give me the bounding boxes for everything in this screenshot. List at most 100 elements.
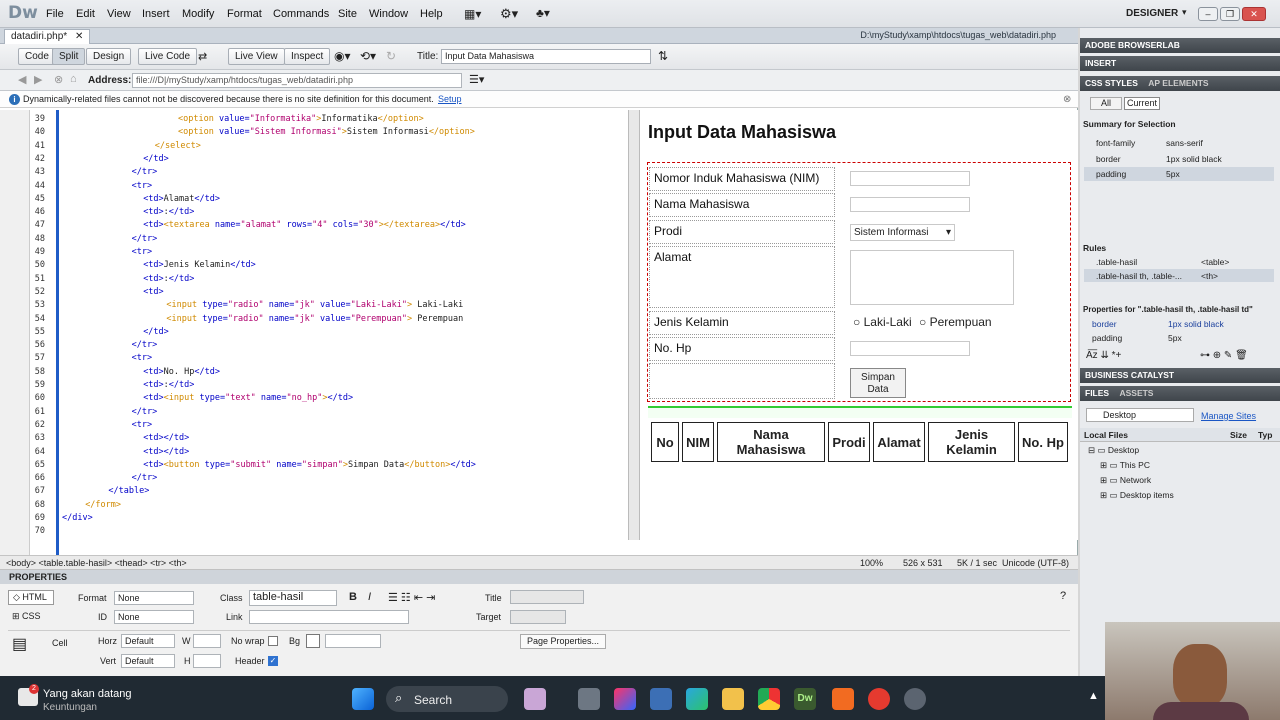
live-code-button[interactable]: Live Code [138, 48, 198, 65]
code-line[interactable]: <td><textarea name="alamat" rows="4" col… [143, 220, 466, 230]
css-styles-tab[interactable]: CSS STYLES [1085, 78, 1138, 88]
assets-tab[interactable]: ASSETS [1119, 388, 1153, 398]
code-line[interactable]: <input type="radio" name="jk" value="Per… [166, 314, 463, 324]
rule-selector[interactable]: .table-hasil th, .table-... [1096, 271, 1182, 281]
window-size[interactable]: 526 x 531 [903, 556, 943, 570]
css-value[interactable]: 5px [1168, 333, 1182, 343]
tree-item-thispc[interactable]: ⊞ ▭ This PC [1100, 460, 1150, 471]
nohp-input[interactable] [850, 341, 970, 356]
inspect-button[interactable]: Inspect [284, 48, 331, 65]
code-line[interactable]: <tr> [132, 420, 152, 430]
manage-sites-link[interactable]: Manage Sites [1201, 411, 1256, 421]
menu-site[interactable]: Site [338, 8, 357, 20]
code-line[interactable]: <tr> [132, 247, 152, 257]
class-select[interactable]: table-hasil [249, 590, 337, 606]
browser-preview-icon[interactable]: ◉▾ [334, 49, 351, 63]
html-tab[interactable]: ◇ HTML [8, 590, 54, 605]
restore-button[interactable]: ❐ [1220, 7, 1240, 21]
home-icon[interactable]: ⌂ [70, 73, 77, 85]
menu-modify[interactable]: Modify [182, 8, 214, 20]
all-button[interactable]: All [1090, 97, 1122, 110]
code-line[interactable]: <td>:</td> [143, 274, 194, 284]
code-line[interactable]: </td> [143, 154, 169, 164]
folder-icon[interactable] [722, 688, 744, 710]
css-value[interactable]: 1px solid black [1168, 319, 1224, 329]
code-line[interactable]: </td> [143, 327, 169, 337]
alamat-textarea[interactable] [850, 250, 1014, 305]
menu-format[interactable]: Format [227, 8, 262, 20]
split-view-button[interactable]: Split [52, 48, 86, 65]
stop-icon[interactable]: ⊗ [54, 73, 63, 86]
business-catalyst-panel[interactable]: BUSINESS CATALYST [1080, 368, 1280, 383]
tag-selector[interactable]: <body> <table.table-hasil> <thead> <tr> … [6, 556, 187, 570]
code-line[interactable]: </tr> [132, 340, 158, 350]
code-view-button[interactable]: Code [18, 48, 56, 65]
code-line[interactable]: <td></td> [143, 447, 189, 457]
rule-selector[interactable]: .table-hasil [1096, 257, 1137, 267]
code-editor[interactable]: 39 <option value="Informatika">Informatik… [0, 110, 628, 550]
menu-help[interactable]: Help [420, 8, 443, 20]
format-select[interactable]: None [114, 591, 194, 605]
live-code-icon[interactable]: ⇄ [198, 50, 207, 63]
menu-view[interactable]: View [107, 8, 131, 20]
address-input[interactable]: file:///D|/myStudy/xamp/htdocs/tugas_web… [132, 73, 462, 88]
workspace-switcher[interactable]: DESIGNER [1126, 8, 1178, 19]
chevron-up-icon[interactable]: ▲ [1088, 690, 1099, 702]
code-line[interactable]: </tr> [132, 407, 158, 417]
code-line[interactable]: <input type="radio" name="jk" value="Lak… [166, 300, 463, 310]
code-line[interactable]: </tr> [132, 473, 158, 483]
prodi-select[interactable]: Sistem Informasi ▾ [850, 224, 955, 241]
nama-input[interactable] [850, 197, 970, 212]
code-pane[interactable]: 39 <option value="Informatika">Informatik… [0, 110, 628, 568]
bg-color-swatch[interactable] [306, 634, 320, 648]
title-prop-input[interactable] [510, 590, 584, 604]
code-line[interactable]: <td>No. Hp</td> [143, 367, 220, 377]
size-col[interactable]: Size [1230, 430, 1247, 440]
code-line[interactable]: </select> [155, 141, 201, 151]
code-line[interactable]: <td> [143, 287, 163, 297]
layout-icon[interactable]: ▦▾ [464, 7, 481, 21]
copilot-icon[interactable] [614, 688, 636, 710]
nim-input[interactable] [850, 171, 970, 186]
code-line[interactable]: <td><input type="text" name="no_hp"></td… [143, 393, 353, 403]
simpan-button[interactable]: Simpan Data [850, 368, 906, 398]
page-properties-button[interactable]: Page Properties... [520, 634, 607, 649]
xampp-icon[interactable] [832, 688, 854, 710]
steam-icon[interactable] [904, 688, 926, 710]
code-line[interactable]: <option value="Sistem Informasi">Sistem … [178, 127, 475, 137]
minimize-button[interactable]: – [1198, 7, 1218, 21]
site-icon[interactable]: ♣▾ [536, 6, 550, 20]
code-line[interactable]: <td>Jenis Kelamin</td> [143, 260, 256, 270]
css-action-icons[interactable]: ⊶ ⊕ ✎ 🗑 [1200, 350, 1248, 361]
code-line[interactable]: </div> [62, 513, 93, 523]
vert-select[interactable]: Default [121, 654, 175, 668]
code-line[interactable]: <td>Alamat</td> [143, 194, 220, 204]
code-line[interactable]: <td>:</td> [143, 207, 194, 217]
bg-input[interactable] [325, 634, 381, 648]
horz-select[interactable]: Default [121, 634, 175, 648]
tree-item-network[interactable]: ⊞ ▭ Network [1100, 475, 1151, 486]
code-line[interactable]: </table> [108, 486, 149, 496]
code-line[interactable]: <td></td> [143, 433, 189, 443]
files-tab[interactable]: FILES [1085, 388, 1109, 398]
bold-button[interactable]: B [349, 591, 357, 603]
css-tab[interactable]: ⊞ CSS [12, 611, 41, 622]
close-icon[interactable]: ✕ [75, 31, 83, 42]
local-files-col[interactable]: Local Files [1084, 430, 1128, 440]
menu-commands[interactable]: Commands [273, 8, 329, 20]
chevron-down-icon[interactable]: ▾ [1182, 7, 1187, 18]
site-select[interactable]: Desktop [1086, 408, 1194, 422]
radio-laki-laki[interactable]: ○ [853, 315, 860, 329]
setup-link[interactable]: Setup [438, 91, 462, 108]
menu-window[interactable]: Window [369, 8, 408, 20]
code-line[interactable]: <tr> [132, 181, 152, 191]
type-col[interactable]: Typ [1258, 430, 1272, 440]
file-management-icon[interactable]: ⇅ [658, 49, 668, 63]
back-icon[interactable]: ◀ [18, 73, 26, 86]
live-view-button[interactable]: Live View [228, 48, 285, 65]
search-box[interactable]: ⌕ Search [386, 686, 508, 712]
chrome-icon[interactable] [758, 688, 780, 710]
italic-button[interactable]: I [368, 591, 371, 603]
zoom-level[interactable]: 100% [860, 556, 883, 570]
code-line[interactable]: </tr> [132, 234, 158, 244]
